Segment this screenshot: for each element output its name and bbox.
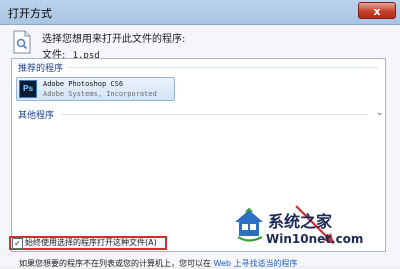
recommended-programs-header: 推荐的程序: [18, 61, 380, 74]
footer-sentence: 如果您想要的程序不在列表或您的计算机上，您可以在: [19, 259, 211, 268]
watermark-url: Win10net.com: [266, 232, 364, 246]
program-name: Adobe Photoshop CS6: [43, 80, 124, 88]
watermark: 系统之家 Win10net.com: [228, 206, 400, 248]
footer-text: 如果您想要的程序不在列表或您的计算机上，您可以在 Web 上寻找适当的程序: [19, 258, 298, 269]
header-divider: [62, 114, 368, 115]
photoshop-icon: Ps: [19, 80, 37, 98]
web-search-link[interactable]: Web 上寻找适当的程序: [214, 259, 298, 268]
other-programs-header[interactable]: 其他程序 ⌄: [18, 108, 384, 121]
program-vendor: Adobe Systems, Incorporated: [43, 90, 157, 98]
always-use-label: 始终使用选择的程序打开这种文件(A): [25, 238, 157, 247]
recommended-programs-label: 推荐的程序: [18, 64, 64, 74]
chevron-down-icon[interactable]: ⌄: [376, 108, 384, 118]
window-title: 打开方式: [8, 7, 52, 20]
always-use-checkbox[interactable]: ✓: [12, 238, 23, 249]
document-icon: [12, 30, 32, 57]
program-item-photoshop[interactable]: Ps Adobe Photoshop CS6 Adobe Systems, In…: [16, 77, 175, 101]
title-bar: 打开方式 x: [0, 0, 400, 25]
dialog-prompt: 选择您想用来打开此文件的程序:: [42, 34, 186, 45]
house-logo-icon: [235, 208, 263, 242]
always-use-option[interactable]: ✓ 始终使用选择的程序打开这种文件(A): [9, 236, 167, 250]
other-programs-label: 其他程序: [18, 111, 55, 121]
header-divider: [68, 67, 378, 68]
watermark-name: 系统之家: [268, 212, 333, 231]
close-button[interactable]: x: [358, 2, 396, 19]
